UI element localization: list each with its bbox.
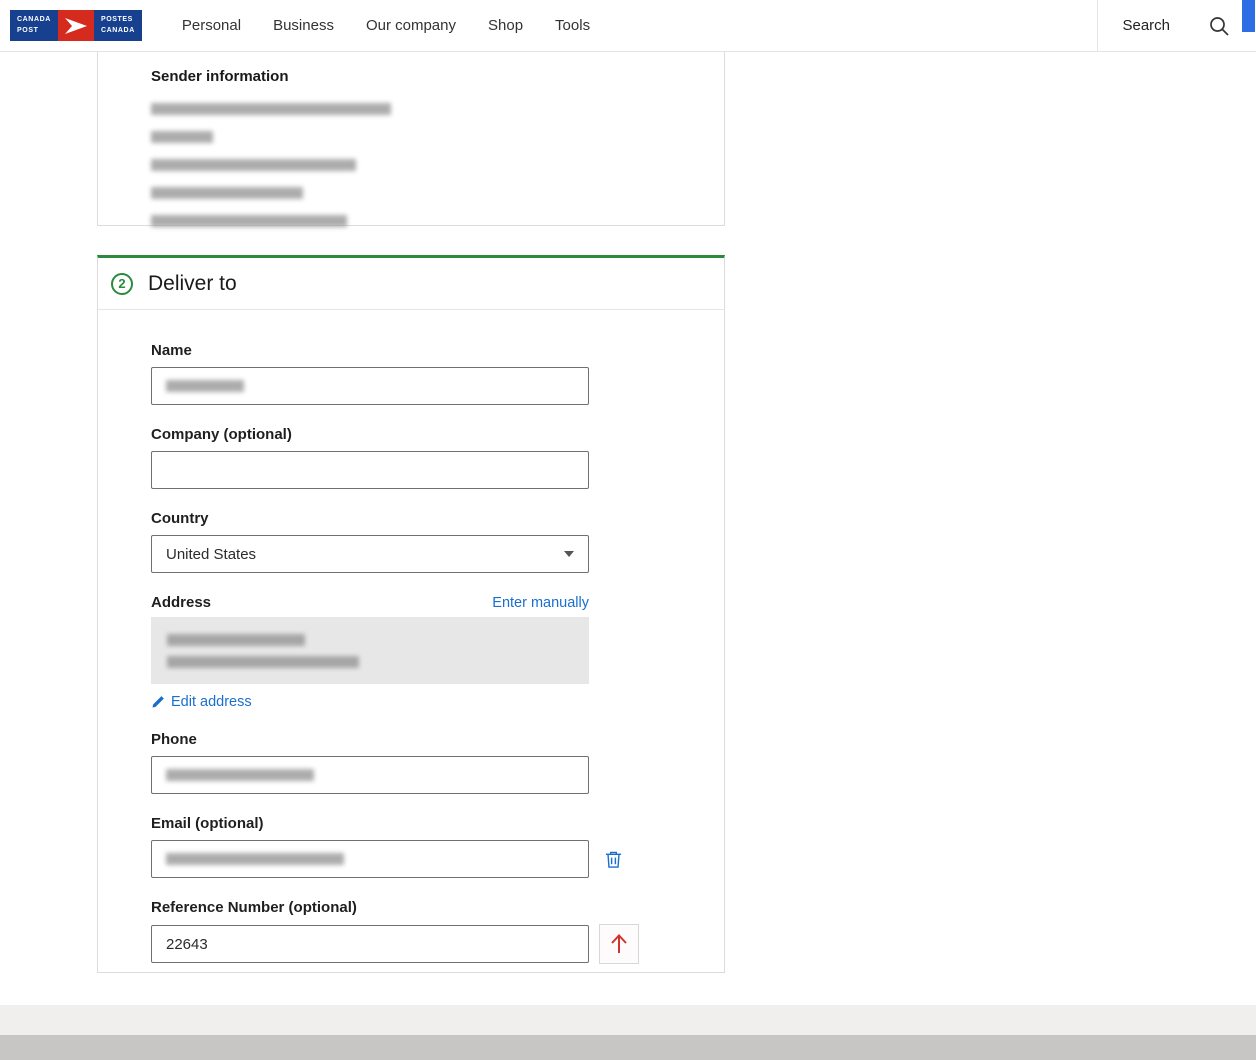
- deliver-to-card: 2 Deliver to Name Company (optional) Cou…: [97, 255, 725, 973]
- pencil-icon: [151, 695, 165, 709]
- trash-icon: [605, 850, 622, 869]
- reference-field-group: Reference Number (optional): [151, 899, 724, 964]
- deliver-to-form: Name Company (optional) Country United S…: [98, 310, 724, 964]
- redacted-text: [167, 634, 305, 646]
- redacted-text: [166, 380, 244, 392]
- country-label: Country: [151, 510, 724, 527]
- header-divider: [1097, 0, 1098, 52]
- nav-item-business[interactable]: Business: [273, 17, 334, 34]
- edit-address-link[interactable]: Edit address: [151, 694, 724, 710]
- nav-item-our-company[interactable]: Our company: [366, 17, 456, 34]
- email-input[interactable]: [151, 840, 589, 878]
- redacted-text: [166, 769, 314, 781]
- address-label: Address: [151, 594, 211, 611]
- redacted-text: [151, 103, 391, 115]
- reference-number-input[interactable]: [151, 925, 589, 963]
- footer: [0, 1005, 1256, 1035]
- nav-item-shop[interactable]: Shop: [488, 17, 523, 34]
- phone-label: Phone: [151, 731, 724, 748]
- deliver-to-title: Deliver to: [148, 272, 237, 296]
- phone-input[interactable]: [151, 756, 589, 794]
- step-number-badge: 2: [111, 273, 133, 295]
- country-field-group: Country United States: [151, 510, 724, 573]
- company-input[interactable]: [151, 451, 589, 489]
- country-selected-value: United States: [166, 546, 256, 563]
- deliver-to-header: 2 Deliver to: [98, 258, 724, 310]
- email-label: Email (optional): [151, 815, 724, 832]
- enter-manually-link[interactable]: Enter manually: [492, 595, 589, 611]
- top-nav: CANADA POST POSTES CANADA Personal Busin…: [0, 0, 1256, 52]
- redacted-text: [166, 853, 344, 865]
- name-input[interactable]: [151, 367, 589, 405]
- canada-post-logo[interactable]: CANADA POST POSTES CANADA: [10, 10, 142, 41]
- search-icon[interactable]: [1208, 15, 1230, 37]
- footer-bottom-bar: [0, 1035, 1256, 1060]
- up-arrow-button[interactable]: [599, 924, 639, 964]
- logo-text: CANADA: [101, 26, 135, 37]
- name-label: Name: [151, 342, 724, 359]
- nav-item-tools[interactable]: Tools: [555, 17, 590, 34]
- reference-number-label: Reference Number (optional): [151, 899, 724, 916]
- logo-right-box: POSTES CANADA: [94, 10, 142, 41]
- email-field-group: Email (optional): [151, 815, 724, 878]
- redacted-text: [151, 159, 356, 171]
- sender-information-title: Sender information: [151, 68, 724, 85]
- company-field-group: Company (optional): [151, 426, 724, 489]
- search-link[interactable]: Search: [1122, 17, 1170, 34]
- logo-text: CANADA: [17, 15, 51, 26]
- redacted-text: [167, 656, 359, 668]
- phone-field-group: Phone: [151, 731, 724, 794]
- main-nav: Personal Business Our company Shop Tools: [182, 17, 590, 34]
- nav-item-personal[interactable]: Personal: [182, 17, 241, 34]
- header-right: Search: [1097, 0, 1256, 51]
- logo-text: POST: [17, 26, 51, 37]
- company-label: Company (optional): [151, 426, 724, 443]
- logo-text: POSTES: [101, 15, 135, 26]
- sender-information-card: Sender information: [97, 44, 725, 226]
- up-arrow-icon: [608, 932, 630, 956]
- page: CANADA POST POSTES CANADA Personal Busin…: [0, 0, 1256, 1060]
- redacted-text: [151, 187, 303, 199]
- delete-email-button[interactable]: [605, 850, 622, 869]
- redacted-text: [151, 131, 213, 143]
- address-field-group: Address Enter manually Edit address: [151, 594, 724, 710]
- canada-post-wing-icon: [58, 10, 94, 41]
- name-field-group: Name: [151, 342, 724, 405]
- address-display: [151, 617, 589, 684]
- logo-left-box: CANADA POST: [10, 10, 58, 41]
- country-select[interactable]: United States: [151, 535, 589, 573]
- chevron-down-icon: [564, 551, 574, 557]
- redacted-text: [151, 215, 347, 227]
- scrollbar-thumb[interactable]: [1242, 0, 1255, 32]
